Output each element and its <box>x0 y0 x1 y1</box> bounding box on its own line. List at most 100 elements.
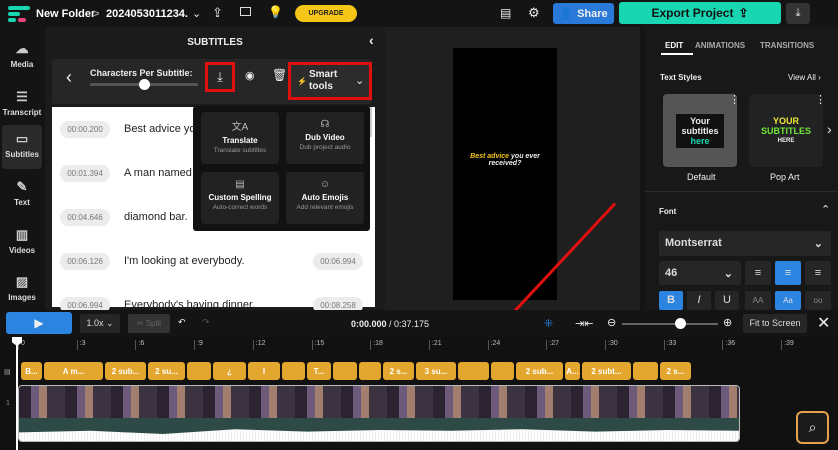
speed-select[interactable]: 1.0x ⌄ <box>80 314 120 333</box>
subtitle-text[interactable]: Best advice yo <box>124 123 196 135</box>
chevron-down-icon[interactable]: ⌄ <box>192 7 201 20</box>
underline-button[interactable]: U <box>715 291 739 310</box>
subtitle-clip[interactable]: A... <box>565 362 580 380</box>
upgrade-button[interactable]: UPGRADE <box>295 5 357 22</box>
trash-icon[interactable]: 🗑 <box>272 68 287 82</box>
more-options-icon[interactable]: ⋮ <box>729 93 740 106</box>
subtitle-clip[interactable] <box>458 362 489 380</box>
project-name[interactable]: 2024053011234. <box>106 8 188 20</box>
sidebar-item-media[interactable]: ☁ Media <box>2 35 42 79</box>
subtitle-clip[interactable] <box>282 362 305 380</box>
subtitle-text[interactable]: A man named <box>124 167 192 179</box>
subtitle-text[interactable]: diamond bar. <box>124 211 188 223</box>
subtitle-clip[interactable]: 3 su... <box>416 362 456 380</box>
start-time[interactable]: 00:04.646 <box>60 208 110 226</box>
redo-icon[interactable]: ↷ <box>202 317 210 328</box>
sidebar-item-text[interactable]: ✎ Text <box>2 173 42 217</box>
start-time[interactable]: 00:00.200 <box>60 120 110 138</box>
chars-slider[interactable] <box>90 79 198 90</box>
slider-handle[interactable] <box>139 79 150 90</box>
subtitle-text[interactable]: I'm looking at everybody. <box>124 255 245 267</box>
app-logo[interactable] <box>8 6 30 22</box>
lightbulb-icon[interactable]: 💡 <box>268 5 283 19</box>
play-button[interactable]: ▶ <box>6 312 72 334</box>
font-size-select[interactable]: 46 ⌄ <box>659 261 741 285</box>
style-card-pop-art[interactable]: YOUR SUBTITLES HERE <box>749 94 823 167</box>
sidebar-item-subtitles[interactable]: ▭ Subtitles <box>2 125 42 169</box>
split-button[interactable]: ✂ Split <box>128 314 170 333</box>
end-time[interactable]: 00:06.994 <box>313 252 363 270</box>
font-select[interactable]: Montserrat ⌄ <box>659 231 831 256</box>
sidebar-item-videos[interactable]: ▥ Videos <box>2 221 42 265</box>
subtitle-clip[interactable]: 2 subt... <box>582 362 631 380</box>
menu-item-dub-video[interactable]: ☊ Dub Video Dub project audio <box>286 112 364 164</box>
tab-animations[interactable]: ANIMATIONS <box>695 41 745 50</box>
subtitle-clip[interactable]: ¿ <box>213 362 246 380</box>
start-time[interactable]: 00:06.126 <box>60 252 110 270</box>
sidebar-item-images[interactable]: ▨ Images <box>2 268 42 312</box>
menu-item-custom-spelling[interactable]: ▤ Custom Spelling Auto-correct words <box>201 172 279 224</box>
fit-icon[interactable]: ⇥⇤ <box>575 317 593 330</box>
subtitle-clip[interactable] <box>333 362 357 380</box>
align-right-button[interactable]: ≡ <box>805 261 831 285</box>
export-project-button[interactable]: Export Project ⇪ <box>619 2 781 24</box>
subtitle-clip[interactable] <box>633 362 658 380</box>
comment-icon[interactable]: ▤ <box>500 6 511 20</box>
subtitle-clip[interactable]: B... <box>21 362 42 380</box>
chevron-right-icon[interactable]: › <box>827 121 832 137</box>
italic-button[interactable]: I <box>687 291 711 310</box>
close-icon[interactable]: ✕ <box>817 313 830 333</box>
zoom-in-icon[interactable]: ⊕ <box>723 316 732 329</box>
captions-icon[interactable] <box>240 7 251 16</box>
hide-icon[interactable]: ◉ <box>245 69 255 82</box>
share-button[interactable]: 👤 Share <box>553 3 614 24</box>
fit-to-screen-button[interactable]: Fit to Screen <box>743 314 807 333</box>
download-button[interactable]: ⤓ <box>786 3 810 24</box>
subtitle-clip[interactable]: 2 s... <box>660 362 691 380</box>
upload-icon[interactable]: ⇪ <box>212 5 223 21</box>
subtitle-clip[interactable] <box>187 362 211 380</box>
smart-tools-button[interactable]: ⚡ Smart tools ⌄ <box>288 62 372 100</box>
zoom-out-icon[interactable]: ⊖ <box>607 316 616 329</box>
more-options-icon[interactable]: ⋮ <box>815 93 826 106</box>
lowercase-button[interactable]: oo <box>805 291 831 310</box>
subtitle-clip[interactable]: I <box>248 362 280 380</box>
subtitle-clip[interactable] <box>359 362 381 380</box>
subtitle-clip[interactable]: A m... <box>44 362 103 380</box>
gear-icon[interactable]: ⚙ <box>528 5 540 21</box>
snap-icon[interactable]: ⁜ <box>544 317 553 330</box>
timeline-zoom-slider[interactable] <box>622 318 718 329</box>
bold-button[interactable]: B <box>659 291 683 310</box>
collapse-panel-icon[interactable]: ‹ <box>369 32 374 48</box>
subtitle-clip[interactable]: 2 su... <box>148 362 185 380</box>
undo-icon[interactable]: ↶ <box>178 317 186 328</box>
chevron-up-icon[interactable]: ⌃ <box>821 203 830 216</box>
video-clip[interactable] <box>18 385 740 442</box>
uppercase-button[interactable]: AA <box>745 291 771 310</box>
subtitle-clip[interactable]: 2 sub... <box>516 362 563 380</box>
subtitle-clip[interactable]: 2 s... <box>383 362 414 380</box>
slider-handle[interactable] <box>674 318 686 329</box>
caption-overlay[interactable]: Best advice you ever received? <box>453 153 557 167</box>
titlecase-button[interactable]: Aa <box>775 291 801 310</box>
tab-transitions[interactable]: TRANSITIONS <box>760 41 814 50</box>
subtitle-row[interactable]: 00:06.126 I'm looking at everybody. 00:06.… <box>52 239 375 283</box>
view-all-link[interactable]: View All › <box>788 73 821 82</box>
download-subtitles-button[interactable]: ⤓ <box>205 62 235 92</box>
video-canvas[interactable]: Best advice you ever received? <box>453 48 557 300</box>
menu-item-translate[interactable]: 文A Translate Translate subtitles <box>201 112 279 164</box>
playhead[interactable] <box>16 337 18 450</box>
subtitle-clip[interactable]: T... <box>307 362 331 380</box>
sidebar-item-transcript[interactable]: ☰ Transcript <box>2 83 42 127</box>
subtitle-clip[interactable] <box>491 362 514 380</box>
tab-edit[interactable]: EDIT <box>665 41 683 50</box>
align-left-button[interactable]: ≡ <box>745 261 771 285</box>
style-card-default[interactable]: Your subtitles here <box>663 94 737 167</box>
search-button[interactable]: ⌕ <box>796 411 829 444</box>
back-icon[interactable]: ‹ <box>66 67 72 88</box>
start-time[interactable]: 00:01.394 <box>60 164 110 182</box>
subtitle-clip[interactable]: 2 sub... <box>105 362 146 380</box>
menu-item-auto-emojis[interactable]: ☺ Auto Emojis Add relevant emojis <box>286 172 364 224</box>
breadcrumb-folder[interactable]: New Folder <box>36 8 95 20</box>
align-center-button[interactable]: ≡ <box>775 261 801 285</box>
